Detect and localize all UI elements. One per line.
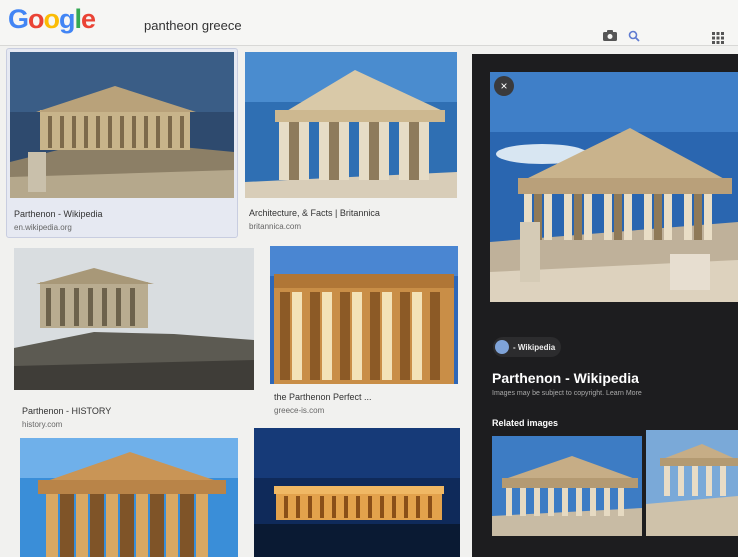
logo-letter: g	[59, 4, 75, 34]
image-result[interactable]: Architecture, & Facts | Britannica brita…	[245, 52, 457, 232]
image-result[interactable]: Parthenon - Wikipedia en.wikipedia.org	[6, 48, 238, 238]
result-thumbnail[interactable]	[10, 52, 234, 198]
logo-letter: G	[8, 4, 29, 34]
preview-image[interactable]	[490, 72, 738, 302]
search-input[interactable]: pantheon greece	[120, 8, 660, 38]
logo-letter: o	[28, 4, 44, 34]
source-badge[interactable]: - Wikipedia	[493, 337, 562, 357]
result-thumbnail[interactable]	[270, 246, 458, 384]
result-thumbnail[interactable]	[254, 428, 460, 557]
result-title[interactable]: Parthenon - Wikipedia	[14, 209, 103, 219]
result-source[interactable]: history.com	[22, 420, 62, 429]
header-bar: Google pantheon greece	[0, 0, 738, 46]
wikipedia-icon	[495, 340, 509, 354]
result-thumbnail[interactable]	[14, 248, 254, 390]
result-source[interactable]: en.wikipedia.org	[14, 223, 72, 232]
google-logo[interactable]: Google	[8, 4, 96, 35]
result-thumbnail[interactable]	[245, 52, 457, 198]
related-image[interactable]	[492, 436, 642, 536]
screen: Google pantheon greece Parthenon - Wikip…	[0, 0, 738, 557]
result-title[interactable]: Architecture, & Facts | Britannica	[249, 208, 380, 218]
result-title[interactable]: Parthenon - HISTORY	[22, 406, 111, 416]
result-thumbnail[interactable]	[20, 438, 238, 557]
copyright-note: Images may be subject to copyright. Lear…	[492, 390, 642, 397]
image-results-grid: Parthenon - Wikipedia en.wikipedia.org A…	[0, 46, 470, 557]
image-result[interactable]	[254, 428, 460, 557]
result-source[interactable]: greece-is.com	[274, 406, 324, 415]
search-icon[interactable]	[628, 30, 640, 42]
related-images-heading: Related images	[492, 418, 559, 428]
image-result[interactable]: Parthenon - HISTORY history.com	[14, 248, 254, 436]
image-result[interactable]: the Parthenon Perfect ... greece-is.com	[270, 246, 460, 424]
apps-grid-icon[interactable]	[712, 32, 724, 44]
source-badge-label: - Wikipedia	[513, 342, 556, 352]
logo-letter: o	[43, 4, 60, 34]
result-source[interactable]: britannica.com	[249, 222, 301, 231]
preview-title[interactable]: Parthenon - Wikipedia	[492, 370, 639, 386]
logo-letter: e	[81, 4, 96, 34]
related-image[interactable]	[646, 430, 738, 536]
result-title[interactable]: the Parthenon Perfect ...	[274, 392, 372, 402]
close-preview-button[interactable]: ×	[494, 76, 514, 96]
search-query-text: pantheon greece	[144, 18, 242, 33]
camera-icon[interactable]	[603, 30, 617, 41]
image-result[interactable]	[20, 438, 238, 557]
